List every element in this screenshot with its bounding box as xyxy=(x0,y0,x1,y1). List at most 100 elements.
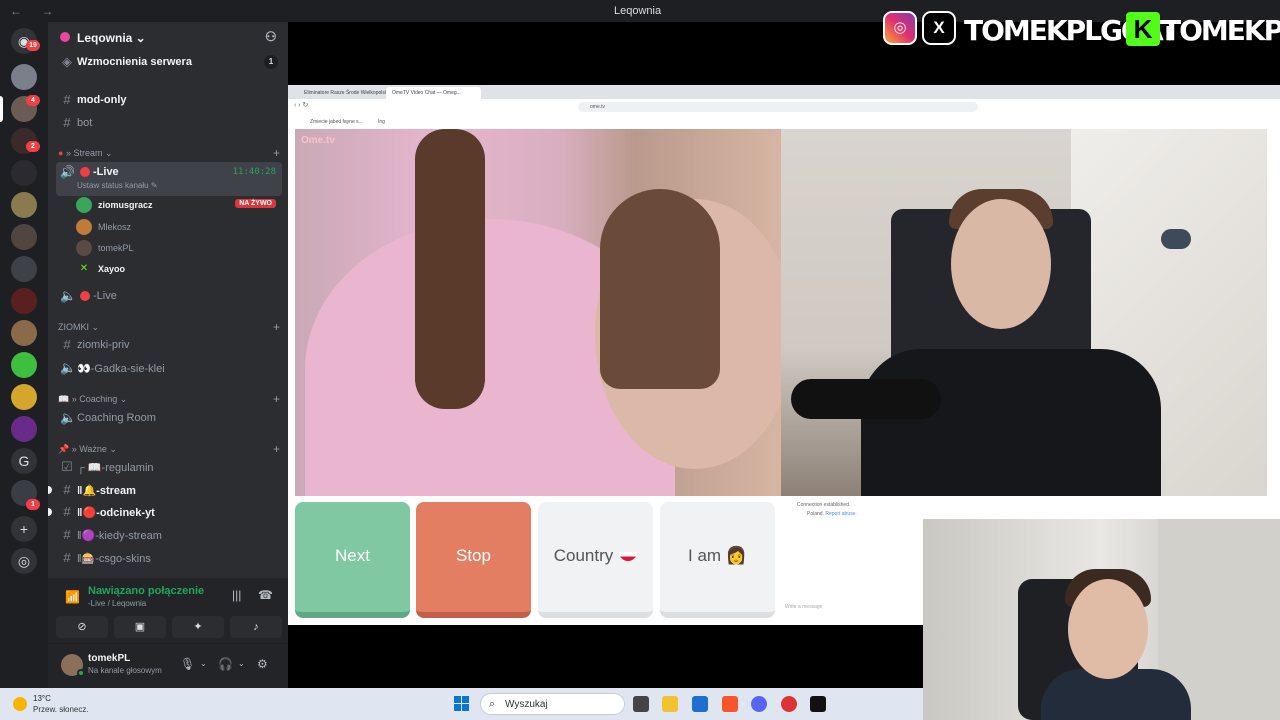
channel-bot[interactable]: # bot xyxy=(56,112,282,134)
unread-indicator xyxy=(48,508,52,516)
voice-channel-live[interactable]: 🔊 -Live 11:40:28 Ustaw status kanału ✎ xyxy=(56,162,282,196)
headphones-icon[interactable]: 🎧 xyxy=(218,657,233,671)
disconnect-icon[interactable]: ☎ xyxy=(258,588,273,602)
member-name: Xayoo xyxy=(98,264,126,274)
channel-odcinek-yt[interactable]: # ‖🔴-odcinek-yt xyxy=(48,501,282,523)
voice-channel-coaching-room[interactable]: 🔈 Coaching Room xyxy=(56,407,282,429)
server-icon[interactable] xyxy=(11,64,37,90)
voice-member[interactable]: tomekPL xyxy=(76,238,282,258)
speaker-icon: 🔊 xyxy=(60,165,75,179)
video-content xyxy=(1068,579,1148,679)
weather-temp[interactable]: 13°C xyxy=(33,694,51,703)
channel-csgo-skins[interactable]: # ‖🎰-csgo-skins xyxy=(56,547,282,569)
voice-member[interactable]: Mlekosz xyxy=(76,217,282,237)
boost-row[interactable]: ◈ Wzmocnienia serwera 1 xyxy=(56,51,282,73)
country-button[interactable]: Country xyxy=(538,502,653,618)
server-icon[interactable] xyxy=(11,224,37,250)
voice-channel-live-2[interactable]: 🔈 -Live xyxy=(56,285,282,307)
windows-taskbar: 13°C Przew. słonecz. ⌕ Wyszukaj xyxy=(0,688,923,720)
camera-off-button[interactable]: ⊘ xyxy=(56,616,108,638)
discord-icon[interactable] xyxy=(751,696,767,712)
server-icon[interactable] xyxy=(11,320,37,346)
next-button[interactable]: Next xyxy=(295,502,410,618)
microphone-icon[interactable]: 🎙 xyxy=(180,657,195,671)
voice-status[interactable]: Nawiązano połączenie xyxy=(88,585,204,597)
channel-ziomki-priv[interactable]: # ziomki-priv xyxy=(56,334,282,356)
bookmarks-bar: Zmiecie jabed fayne s... Ing xyxy=(288,115,1280,129)
url-field[interactable]: ome.tv xyxy=(578,102,978,112)
add-channel-icon[interactable]: + xyxy=(273,146,280,160)
weather-desc[interactable]: Przew. słonecz. xyxy=(33,705,89,714)
ometv-logo: Ome.tv xyxy=(301,135,335,146)
server-rail: ◉ 19 4 2 G 1 + ◎ xyxy=(0,22,48,688)
taskbar-search[interactable]: ⌕ Wyszukaj xyxy=(480,693,625,715)
user-name[interactable]: tomekPL xyxy=(88,653,130,664)
discover-icon[interactable]: ◎ xyxy=(11,548,37,574)
unread-indicator xyxy=(48,486,52,494)
channel-label: ‖🎰-csgo-skins xyxy=(77,553,151,565)
server-icon[interactable] xyxy=(11,288,37,314)
brave-browser-icon[interactable] xyxy=(722,696,738,712)
channel-label: ┌ 📖-regulamin xyxy=(77,462,154,474)
channel-status[interactable]: Ustaw status kanału ✎ xyxy=(77,181,158,190)
channel-label: -Live xyxy=(93,166,119,178)
server-icon[interactable] xyxy=(11,416,37,442)
screen-share-button[interactable]: ▣ xyxy=(114,616,166,638)
i-am-button[interactable]: I am 👩 xyxy=(660,502,775,618)
bookmark[interactable]: Ing xyxy=(378,119,385,125)
channel-stream[interactable]: # ‖🔔-stream xyxy=(48,479,282,501)
voice-channel-path[interactable]: -Live / Leqownia xyxy=(88,599,146,608)
add-channel-icon[interactable]: + xyxy=(273,320,280,334)
soundboard-button[interactable]: ♪ xyxy=(230,616,282,638)
channel-label: -Live xyxy=(93,290,117,302)
report-abuse-link[interactable]: Report abuse. xyxy=(825,511,856,517)
channel-label: bot xyxy=(77,117,93,129)
voice-channel-gadka[interactable]: 🔈 👀-Gadka-sie-klei xyxy=(56,357,282,379)
guild-header[interactable]: Leqownia ⌄ ⚇ xyxy=(48,22,288,52)
server-icon[interactable] xyxy=(11,352,37,378)
browser-tab-active[interactable]: OmeTV Video Chat — Omeg... xyxy=(386,87,481,99)
add-channel-icon[interactable]: + xyxy=(273,442,280,456)
voice-connection-panel: 📶 Nawiązano połączenie -Live / Leqownia … xyxy=(48,578,288,644)
chevron-down-icon[interactable]: ⌄ xyxy=(238,659,245,668)
noise-suppression-icon[interactable]: ||| xyxy=(232,588,241,602)
settings-gear-icon[interactable]: ⚙ xyxy=(257,657,268,671)
channel-label: ziomki-priv xyxy=(77,339,130,351)
instagram-icon: ◎ xyxy=(883,11,917,45)
stop-button[interactable]: Stop xyxy=(416,502,531,618)
channel-kiedy-stream[interactable]: # ‖🟣-kiedy-stream xyxy=(56,524,282,546)
streamer-facecam xyxy=(923,519,1280,720)
add-server-icon[interactable]: + xyxy=(11,516,37,542)
signal-icon[interactable]: 📶 xyxy=(65,590,80,604)
server-icon[interactable] xyxy=(11,160,37,186)
server-icon[interactable] xyxy=(11,256,37,282)
add-channel-icon[interactable]: + xyxy=(273,392,280,406)
activities-button[interactable]: ✦ xyxy=(172,616,224,638)
stranger-video: Ome.tv xyxy=(295,129,781,496)
chat-message: Connection established. xyxy=(797,502,851,508)
bookmark[interactable]: Zmiecie jabed fayne s... xyxy=(310,119,363,125)
channel-label: 👀-Gadka-sie-klei xyxy=(77,363,165,375)
file-explorer-icon[interactable] xyxy=(662,696,678,712)
voice-member[interactable]: ziomusgracz NA ŻYWO xyxy=(76,195,282,215)
terminal-icon[interactable] xyxy=(810,696,826,712)
nav-arrows-icon[interactable]: ← → xyxy=(10,4,61,18)
weather-icon[interactable] xyxy=(13,697,27,711)
browser-tab-strip: Eliminatore Rasze Środe Wielkopolsk... O… xyxy=(288,85,1280,99)
browser-nav-icon[interactable]: ‹ › ↻ xyxy=(294,101,308,109)
browser-tab[interactable]: Eliminatore Rasze Środe Wielkopolsk... xyxy=(298,87,393,99)
store-icon[interactable] xyxy=(692,696,708,712)
video-content xyxy=(951,199,1051,329)
server-icon[interactable] xyxy=(11,192,37,218)
voice-member[interactable]: ✕ Xayoo xyxy=(76,259,282,279)
server-icon[interactable] xyxy=(11,384,37,410)
add-member-icon[interactable]: ⚇ xyxy=(265,29,277,45)
channel-mod-only[interactable]: # mod-only xyxy=(56,89,282,111)
obs-icon[interactable] xyxy=(781,696,797,712)
hash-icon: # xyxy=(63,115,71,130)
task-view-icon[interactable] xyxy=(633,696,649,712)
channel-regulamin[interactable]: ☑ ┌ 📖-regulamin xyxy=(56,456,282,478)
chevron-down-icon[interactable]: ⌄ xyxy=(200,659,207,668)
server-g-icon[interactable]: G xyxy=(11,448,37,474)
windows-start-icon[interactable] xyxy=(454,696,470,712)
